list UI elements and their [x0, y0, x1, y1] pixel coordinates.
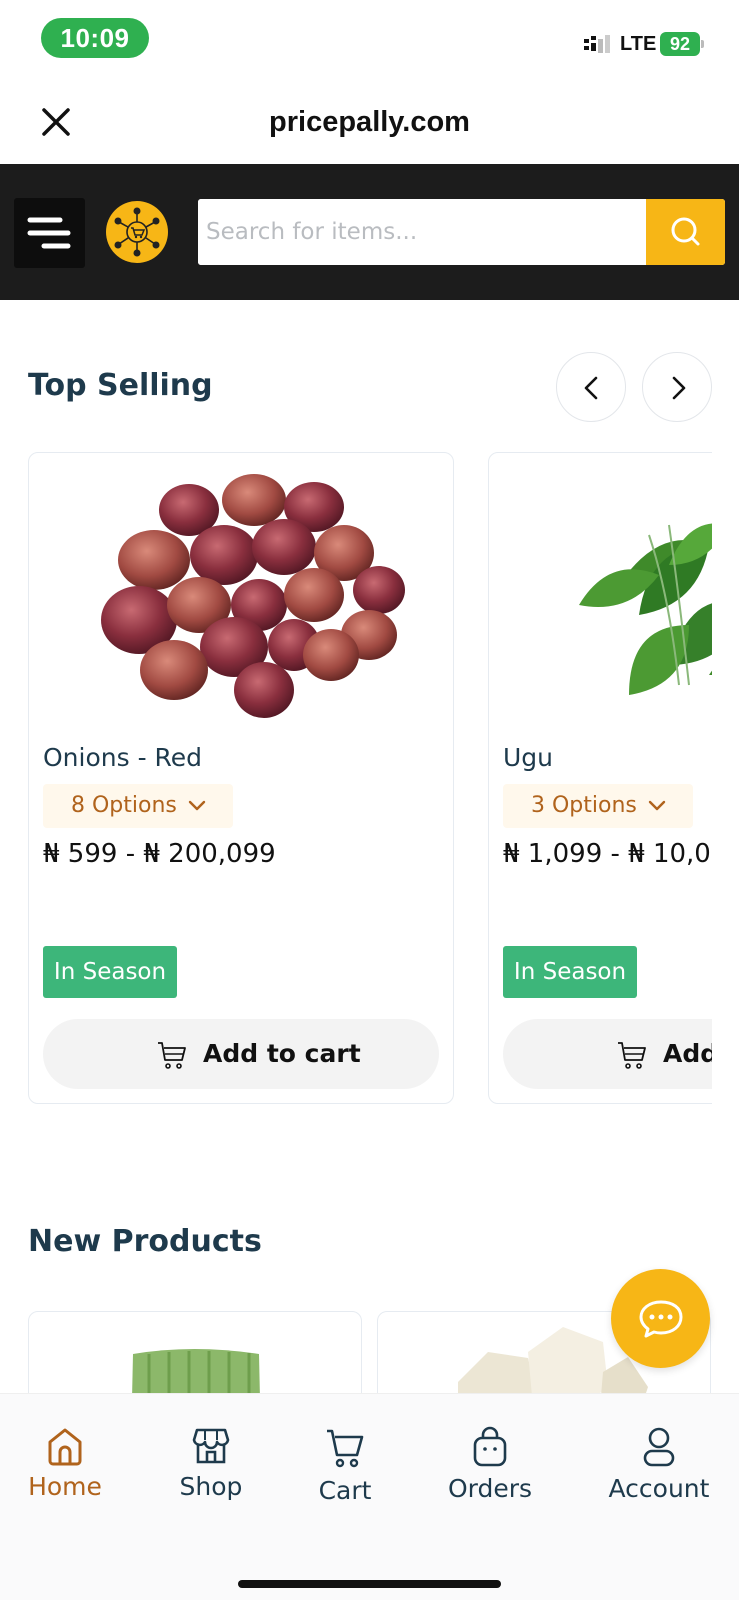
status-bar: 10:09 LTE 92: [0, 0, 739, 80]
browser-bar: pricepally.com: [0, 80, 739, 164]
nav-home[interactable]: Home: [0, 1426, 135, 1501]
battery-level: 92: [660, 32, 700, 56]
nav-cart[interactable]: Cart: [275, 1426, 415, 1505]
bottom-nav: Home Shop Cart Orders Account: [0, 1393, 739, 1600]
add-to-cart-button[interactable]: Add to cart: [503, 1019, 712, 1089]
logo-icon[interactable]: [105, 200, 169, 264]
chat-icon: [639, 1300, 683, 1338]
site-url: pricepally.com: [269, 106, 470, 138]
signal-icon: [584, 35, 610, 53]
card-viewport: Ugu 3 Options ₦ 1,099 - ₦ 10,08 In Seaso…: [488, 452, 712, 1104]
chevron-left-icon: [584, 376, 598, 400]
chevron-down-icon: [188, 800, 206, 811]
cart-icon: [618, 1042, 646, 1069]
search-input[interactable]: [198, 199, 646, 265]
top-selling-title: Top Selling: [28, 368, 213, 403]
product-name[interactable]: Ugu: [503, 743, 553, 772]
menu-icon: [27, 217, 71, 249]
search-button[interactable]: [646, 199, 725, 265]
chevron-down-icon: [648, 800, 666, 811]
shop-icon: [192, 1428, 230, 1464]
add-to-cart-label: Add to cart: [663, 1039, 712, 1068]
nav-cart-label: Cart: [318, 1476, 372, 1505]
options-label: 8 Options: [71, 793, 177, 818]
menu-button[interactable]: [14, 198, 85, 268]
site-header: [0, 164, 739, 300]
nav-shop-label: Shop: [179, 1472, 243, 1501]
battery-icon: 92: [660, 32, 704, 56]
nav-account-label: Account: [608, 1474, 710, 1503]
carousel-next-button[interactable]: [642, 352, 712, 422]
network-label: LTE: [620, 33, 657, 55]
orders-icon: [473, 1426, 507, 1467]
product-price: ₦ 1,099 - ₦ 10,08: [503, 839, 712, 869]
options-label: 3 Options: [531, 793, 637, 818]
options-dropdown[interactable]: 3 Options: [503, 784, 693, 828]
add-to-cart-button[interactable]: Add to cart: [43, 1019, 439, 1089]
add-to-cart-label: Add to cart: [203, 1039, 361, 1068]
product-card[interactable]: Ugu 3 Options ₦ 1,099 - ₦ 10,08 In Seaso…: [488, 452, 712, 1104]
cart-icon: [158, 1042, 186, 1069]
chevron-right-icon: [672, 376, 686, 400]
account-icon: [643, 1427, 675, 1467]
nav-account[interactable]: Account: [589, 1426, 729, 1503]
new-products-title: New Products: [28, 1224, 262, 1259]
product-image: [579, 523, 712, 695]
product-image: [101, 474, 405, 718]
search-box: [198, 199, 725, 265]
in-season-badge: In Season: [503, 946, 637, 998]
home-icon: [48, 1428, 82, 1466]
product-name[interactable]: Onions - Red: [43, 743, 202, 772]
cart-icon: [327, 1429, 364, 1468]
product-card[interactable]: Onions - Red 8 Options ₦ 599 - ₦ 200,099…: [28, 452, 454, 1104]
nav-home-label: Home: [28, 1472, 102, 1501]
home-indicator: [238, 1580, 501, 1588]
nav-orders-label: Orders: [447, 1474, 533, 1503]
nav-shop[interactable]: Shop: [141, 1426, 281, 1501]
nav-orders[interactable]: Orders: [420, 1426, 560, 1503]
carousel-prev-button[interactable]: [556, 352, 626, 422]
battery-tip: [701, 40, 704, 48]
in-season-badge: In Season: [43, 946, 177, 998]
search-icon: [671, 217, 700, 246]
product-price: ₦ 599 - ₦ 200,099: [43, 839, 276, 869]
chat-button[interactable]: [611, 1269, 710, 1368]
options-dropdown[interactable]: 8 Options: [43, 784, 233, 828]
status-time: 10:09: [41, 18, 149, 58]
